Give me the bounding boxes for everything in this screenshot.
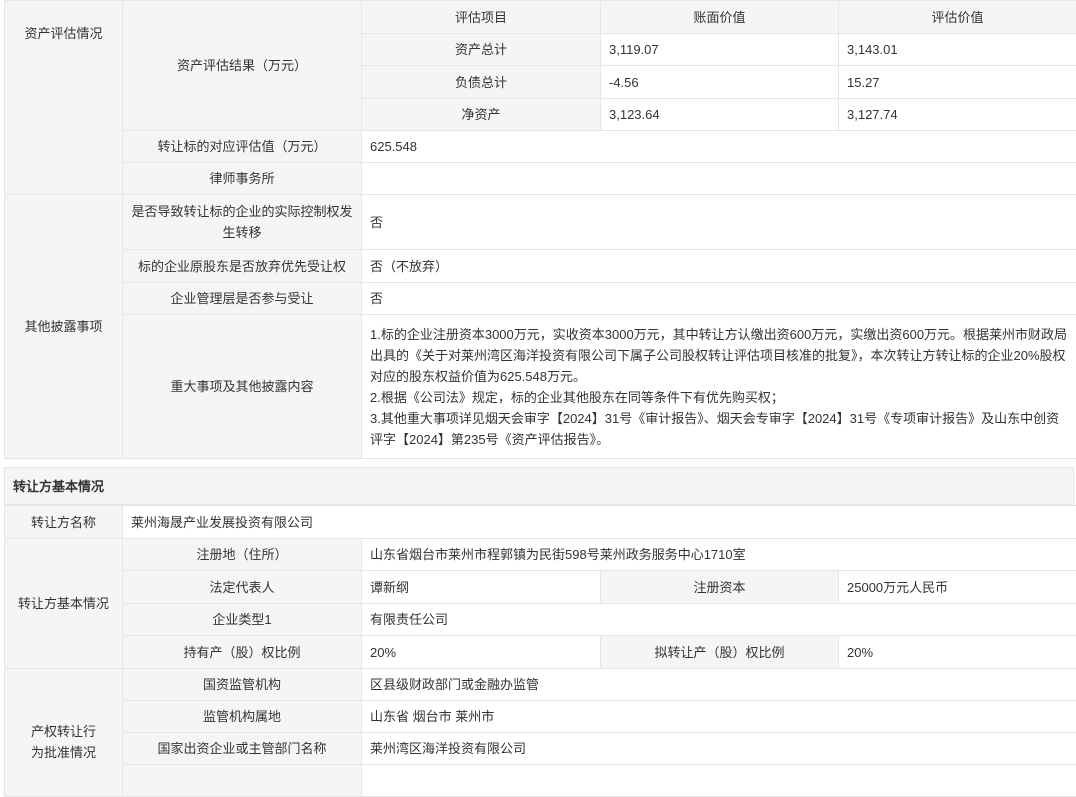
address-label: 注册地（住所） (123, 539, 362, 571)
major-matters-content: 1.标的企业注册资本3000万元，实收资本3000万元，其中转让方认缴出资600… (362, 315, 1076, 459)
table-row: 其他披露事项 是否导致转让标的企业的实际控制权发生转移 否 (5, 195, 1076, 250)
control-change-value: 否 (362, 195, 1076, 250)
table-row (5, 765, 1076, 797)
regulator-value: 区县级财政部门或金融办监管 (362, 669, 1076, 701)
table-row: 监管机构属地 山东省 烟台市 莱州市 (5, 701, 1076, 733)
major-matter-line: 3.其他重大事项详见烟天会审字【2024】31号《审计报告》、烟天会专审字【20… (370, 408, 1068, 450)
major-matter-line: 1.标的企业注册资本3000万元，实收资本3000万元，其中转让方认缴出资600… (370, 324, 1068, 387)
mgmt-participate-label: 企业管理层是否参与受让 (123, 283, 362, 315)
header-book-value: 账面价值 (601, 1, 839, 34)
table-row: 资产评估情况 资产评估结果（万元） 评估项目 账面价值 评估价值 (5, 1, 1076, 34)
waive-priority-label: 标的企业原股东是否放弃优先受让权 (123, 250, 362, 283)
row-book-value: 3,119.07 (601, 34, 839, 66)
address-value: 山东省烟台市莱州市程郭镇为民街598号莱州政务服务中心1710室 (362, 539, 1076, 571)
regulator-location-value: 山东省 烟台市 莱州市 (362, 701, 1076, 733)
row-eval-value: 15.27 (839, 66, 1076, 99)
company-type-value: 有限责任公司 (362, 604, 1076, 636)
table-row: 转让标的对应评估值（万元） 625.548 (5, 131, 1076, 163)
table-row: 企业管理层是否参与受让 否 (5, 283, 1076, 315)
hold-ratio-label: 持有产（股）权比例 (123, 636, 362, 669)
target-value: 625.548 (362, 131, 1076, 163)
table-row: 持有产（股）权比例 20% 拟转让产（股）权比例 20% (5, 636, 1076, 669)
table-row: 转让方基本情况 注册地（住所） 山东省烟台市莱州市程郭镇为民街598号莱州政务服… (5, 539, 1076, 571)
asset-assessment-section-label: 资产评估情况 (5, 1, 123, 195)
transferor-basic-label: 转让方基本情况 (5, 539, 123, 669)
law-firm-value (362, 163, 1076, 195)
approval-section-label: 产权转让行为批准情况 (5, 669, 123, 797)
transferor-name-value: 莱州海晟产业发展投资有限公司 (123, 506, 1076, 539)
hold-ratio-value: 20% (362, 636, 601, 669)
regulator-label: 国资监管机构 (123, 669, 362, 701)
blank-cell (123, 765, 362, 797)
major-matters-label: 重大事项及其他披露内容 (123, 315, 362, 459)
plan-ratio-value: 20% (839, 636, 1076, 669)
assessment-result-label: 资产评估结果（万元） (123, 1, 362, 131)
header-item: 评估项目 (362, 1, 601, 34)
row-item: 净资产 (362, 99, 601, 131)
capital-label: 注册资本 (601, 571, 839, 604)
row-item: 负债总计 (362, 66, 601, 99)
transferor-name-label: 转让方名称 (5, 506, 123, 539)
table-row: 律师事务所 (5, 163, 1076, 195)
header-eval-value: 评估价值 (839, 1, 1076, 34)
asset-disclosure-table: 资产评估情况 资产评估结果（万元） 评估项目 账面价值 评估价值 资产总计 3,… (4, 0, 1076, 459)
dept-name-label: 国家出资企业或主管部门名称 (123, 733, 362, 765)
capital-value: 25000万元人民币 (839, 571, 1076, 604)
major-matter-line: 2.根据《公司法》规定，标的企业其他股东在同等条件下有优先购买权； (370, 387, 1068, 408)
regulator-location-label: 监管机构属地 (123, 701, 362, 733)
table-row: 企业类型1 有限责任公司 (5, 604, 1076, 636)
table-row: 产权转让行为批准情况 国资监管机构 区县级财政部门或金融办监管 (5, 669, 1076, 701)
row-book-value: 3,123.64 (601, 99, 839, 131)
target-value-label: 转让标的对应评估值（万元） (123, 131, 362, 163)
table-row: 标的企业原股东是否放弃优先受让权 否（不放弃） (5, 250, 1076, 283)
table-row: 重大事项及其他披露内容 1.标的企业注册资本3000万元，实收资本3000万元，… (5, 315, 1076, 459)
mgmt-participate-value: 否 (362, 283, 1076, 315)
dept-name-value: 莱州湾区海洋投资有限公司 (362, 733, 1076, 765)
transferor-section-title: 转让方基本情况 (4, 467, 1074, 505)
control-change-label: 是否导致转让标的企业的实际控制权发生转移 (123, 195, 362, 250)
plan-ratio-label: 拟转让产（股）权比例 (601, 636, 839, 669)
waive-priority-value: 否（不放弃） (362, 250, 1076, 283)
row-item: 资产总计 (362, 34, 601, 66)
row-book-value: -4.56 (601, 66, 839, 99)
legal-rep-label: 法定代表人 (123, 571, 362, 604)
table-row: 法定代表人 谭新纲 注册资本 25000万元人民币 (5, 571, 1076, 604)
table-row: 国家出资企业或主管部门名称 莱州湾区海洋投资有限公司 (5, 733, 1076, 765)
blank-cell (362, 765, 1076, 797)
row-eval-value: 3,143.01 (839, 34, 1076, 66)
row-eval-value: 3,127.74 (839, 99, 1076, 131)
law-firm-label: 律师事务所 (123, 163, 362, 195)
company-type-label: 企业类型1 (123, 604, 362, 636)
other-disclosure-section-label: 其他披露事项 (5, 195, 123, 459)
table-row: 转让方名称 莱州海晟产业发展投资有限公司 (5, 506, 1076, 539)
legal-rep-value: 谭新纲 (362, 571, 601, 604)
transferor-table: 转让方名称 莱州海晟产业发展投资有限公司 转让方基本情况 注册地（住所） 山东省… (4, 505, 1076, 797)
